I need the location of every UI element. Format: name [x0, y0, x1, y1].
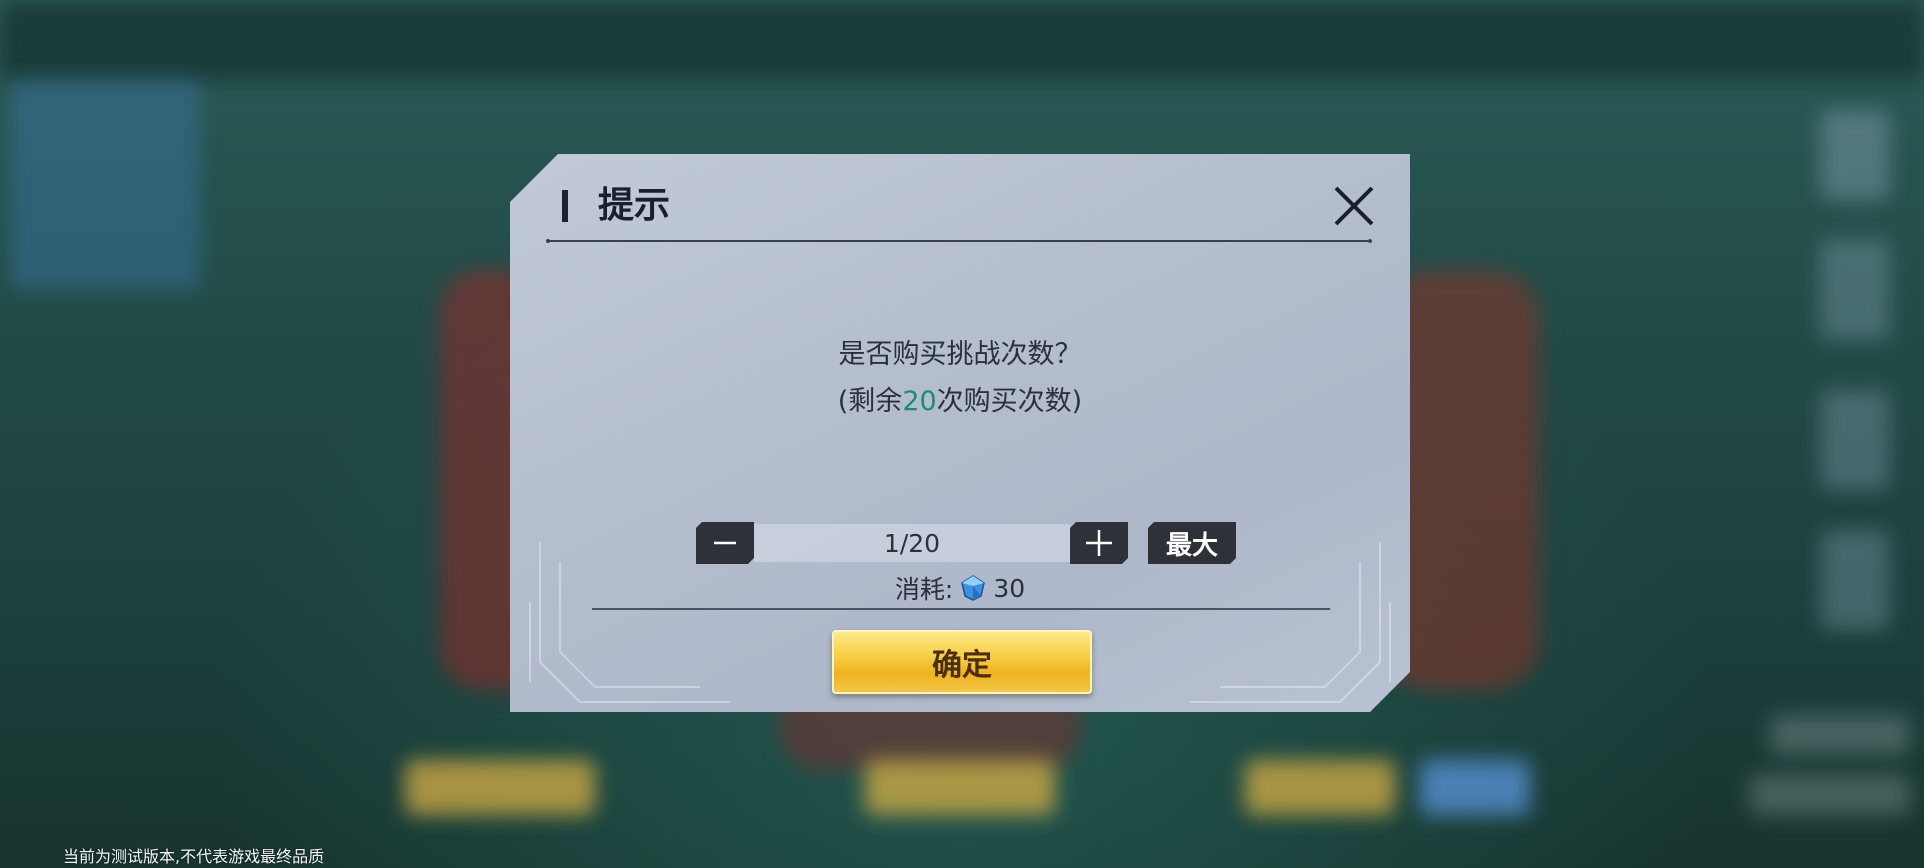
right-bottom-item-2 — [1750, 775, 1910, 815]
title-accent-bar — [562, 186, 572, 226]
top-resource-bar-blurred — [0, 0, 1924, 80]
background-button-3 — [1245, 760, 1395, 815]
diamond-gem-icon — [961, 575, 986, 601]
title-divider — [546, 239, 1372, 243]
right-bottom-item-1 — [1770, 715, 1910, 755]
remaining-purchases-text: (剩余20次购买次数) — [510, 379, 1410, 418]
plus-icon — [1084, 528, 1114, 558]
dialog-title: 提示 — [598, 185, 671, 226]
remaining-prefix: (剩余 — [837, 386, 903, 417]
right-menu-item-4 — [1820, 530, 1890, 630]
minus-icon — [712, 530, 738, 556]
background-button-4 — [1420, 760, 1530, 815]
remaining-count: 20 — [902, 386, 937, 417]
decrease-button[interactable] — [696, 522, 754, 564]
right-menu-item-3 — [1820, 390, 1890, 490]
cost-label: 消耗: — [894, 575, 954, 604]
right-menu-item-2 — [1820, 240, 1890, 340]
quantity-display: 1/20 — [754, 524, 1070, 562]
background-button-2 — [865, 760, 1055, 815]
right-menu-item-1 — [1820, 110, 1890, 200]
purchase-question: 是否购买挑战次数？ — [838, 339, 1082, 370]
background-button-1 — [405, 760, 595, 815]
close-icon — [1334, 186, 1374, 226]
increase-button[interactable] — [1070, 522, 1128, 564]
circuit-decoration-right — [1190, 542, 1391, 703]
purchase-dialog: 提示 是否购买挑战次数？ (剩余20次购买次数) 1/20 最大 消耗: 30 — [510, 154, 1410, 712]
test-version-notice: 当前为测试版本,不代表游戏最终品质 — [63, 847, 325, 866]
left-info-panel-blurred — [10, 80, 200, 290]
remaining-suffix: 次购买次数) — [936, 386, 1083, 417]
cost-divider — [592, 608, 1330, 610]
max-button[interactable]: 最大 — [1148, 522, 1236, 564]
cost-value: 30 — [993, 573, 1026, 603]
close-button[interactable] — [1330, 182, 1378, 230]
confirm-button[interactable]: 确定 — [832, 630, 1092, 694]
cost-row: 消耗: 30 — [510, 570, 1410, 606]
circuit-decoration-left — [529, 542, 730, 703]
